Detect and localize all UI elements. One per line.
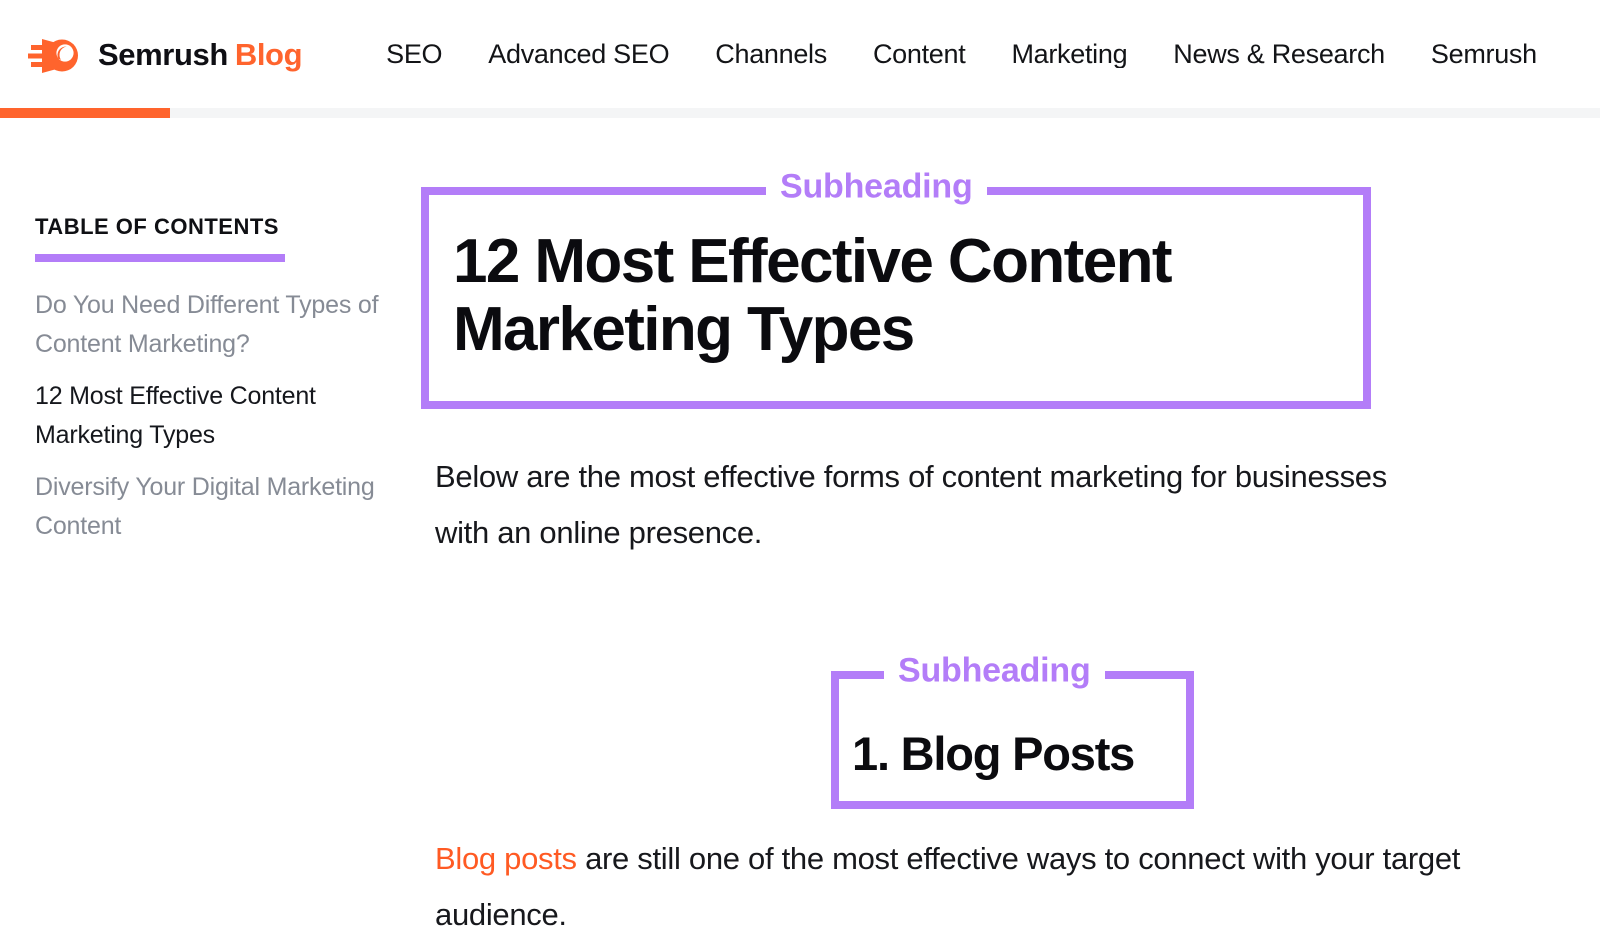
- annotation-label-subheading-secondary: Subheading: [884, 653, 1105, 688]
- blog-posts-link[interactable]: Blog posts: [435, 841, 577, 876]
- subsection-paragraph: Blog posts are still one of the most eff…: [421, 831, 1516, 943]
- toc-item-do-you-need-different-types[interactable]: Do You Need Different Types of Content M…: [35, 286, 380, 364]
- toc-underline-accent: [35, 254, 285, 262]
- nav-item-semrush[interactable]: Semrush: [1408, 41, 1560, 68]
- main-navigation: SEO Advanced SEO Channels Content Market…: [386, 41, 1600, 68]
- heading-annotation-box-primary: Subheading 12 Most Effective Content Mar…: [421, 169, 1371, 409]
- brand-logo-link[interactable]: Semrush Blog: [28, 33, 303, 75]
- site-header: Semrush Blog SEO Advanced SEO Channels Co…: [0, 0, 1600, 118]
- annotation-label-subheading-primary: Subheading: [766, 169, 987, 204]
- toc-title: TABLE OF CONTENTS: [35, 214, 279, 239]
- intro-paragraph: Below are the most effective forms of co…: [435, 459, 1387, 550]
- page-title: 12 Most Effective Content Marketing Type…: [453, 227, 1173, 364]
- subsection-paragraph-rest: are still one of the most effective ways…: [435, 841, 1461, 932]
- brand-suffix: Blog: [234, 36, 303, 72]
- brand-name: Semrush: [98, 36, 228, 72]
- nav-item-advanced-seo[interactable]: Advanced SEO: [465, 41, 692, 68]
- page-body: TABLE OF CONTENTS Do You Need Different …: [0, 108, 1600, 942]
- nav-item-marketing[interactable]: Marketing: [988, 41, 1150, 68]
- nav-item-seo[interactable]: SEO: [386, 41, 465, 68]
- toc-item-diversify-your-digital[interactable]: Diversify Your Digital Marketing Content: [35, 468, 380, 546]
- article-content: Subheading 12 Most Effective Content Mar…: [404, 108, 1600, 943]
- heading-annotation-box-secondary: Subheading 1. Blog Posts: [831, 653, 1194, 809]
- nav-item-content[interactable]: Content: [850, 41, 988, 68]
- nav-item-channels[interactable]: Channels: [692, 41, 850, 68]
- brand-wordmark: Semrush Blog: [98, 36, 303, 72]
- toc-item-12-most-effective[interactable]: 12 Most Effective Content Marketing Type…: [35, 377, 380, 455]
- table-of-contents: TABLE OF CONTENTS Do You Need Different …: [0, 108, 404, 559]
- nav-item-news-research[interactable]: News & Research: [1150, 41, 1408, 68]
- semrush-comet-logo-icon: [28, 33, 84, 75]
- subsection-title: 1. Blog Posts: [852, 727, 1135, 780]
